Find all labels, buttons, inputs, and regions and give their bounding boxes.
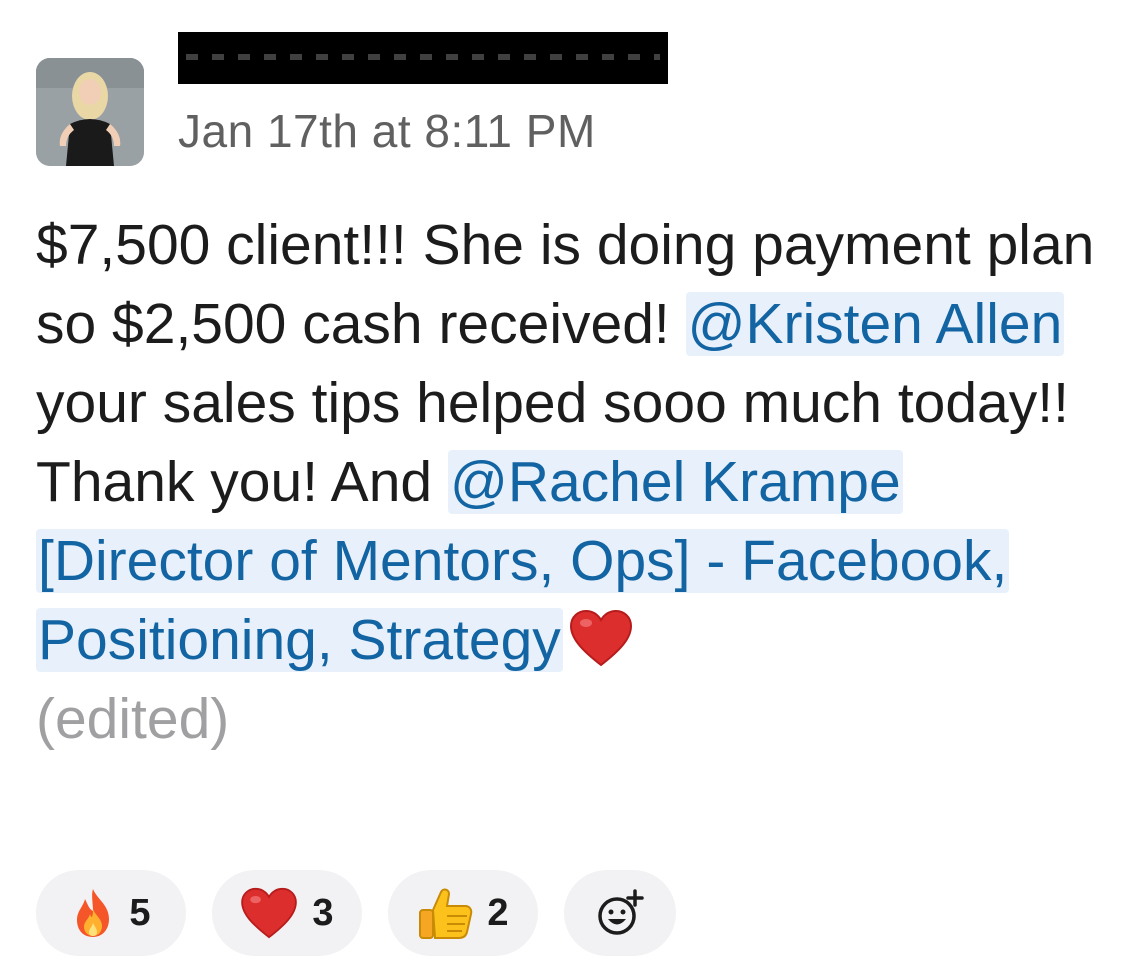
reaction-count: 2 — [487, 891, 509, 934]
reaction-heart[interactable]: 3 — [212, 870, 362, 956]
fire-icon — [71, 887, 115, 939]
reaction-count: 5 — [129, 891, 151, 934]
edited-label: (edited) — [36, 687, 230, 751]
reactions-bar: 5 3 2 — [36, 870, 676, 956]
add-reaction-icon — [595, 888, 645, 938]
mention-kristen-allen[interactable]: @Kristen Allen — [685, 292, 1065, 356]
avatar-image — [36, 58, 144, 166]
avatar[interactable] — [36, 58, 144, 166]
heart-icon — [240, 887, 298, 939]
reaction-fire[interactable]: 5 — [36, 870, 186, 956]
reaction-thumbs-up[interactable]: 2 — [388, 870, 538, 956]
reaction-count: 3 — [312, 891, 334, 934]
message-body: $7,500 client!!! She is doing payment pl… — [36, 206, 1096, 759]
heart-icon — [569, 609, 633, 667]
redacted-sender-name — [178, 32, 668, 84]
add-reaction-button[interactable] — [564, 870, 676, 956]
thumbs-up-icon — [417, 886, 473, 940]
message-timestamp[interactable]: Jan 17th at 8:11 PM — [178, 104, 596, 158]
